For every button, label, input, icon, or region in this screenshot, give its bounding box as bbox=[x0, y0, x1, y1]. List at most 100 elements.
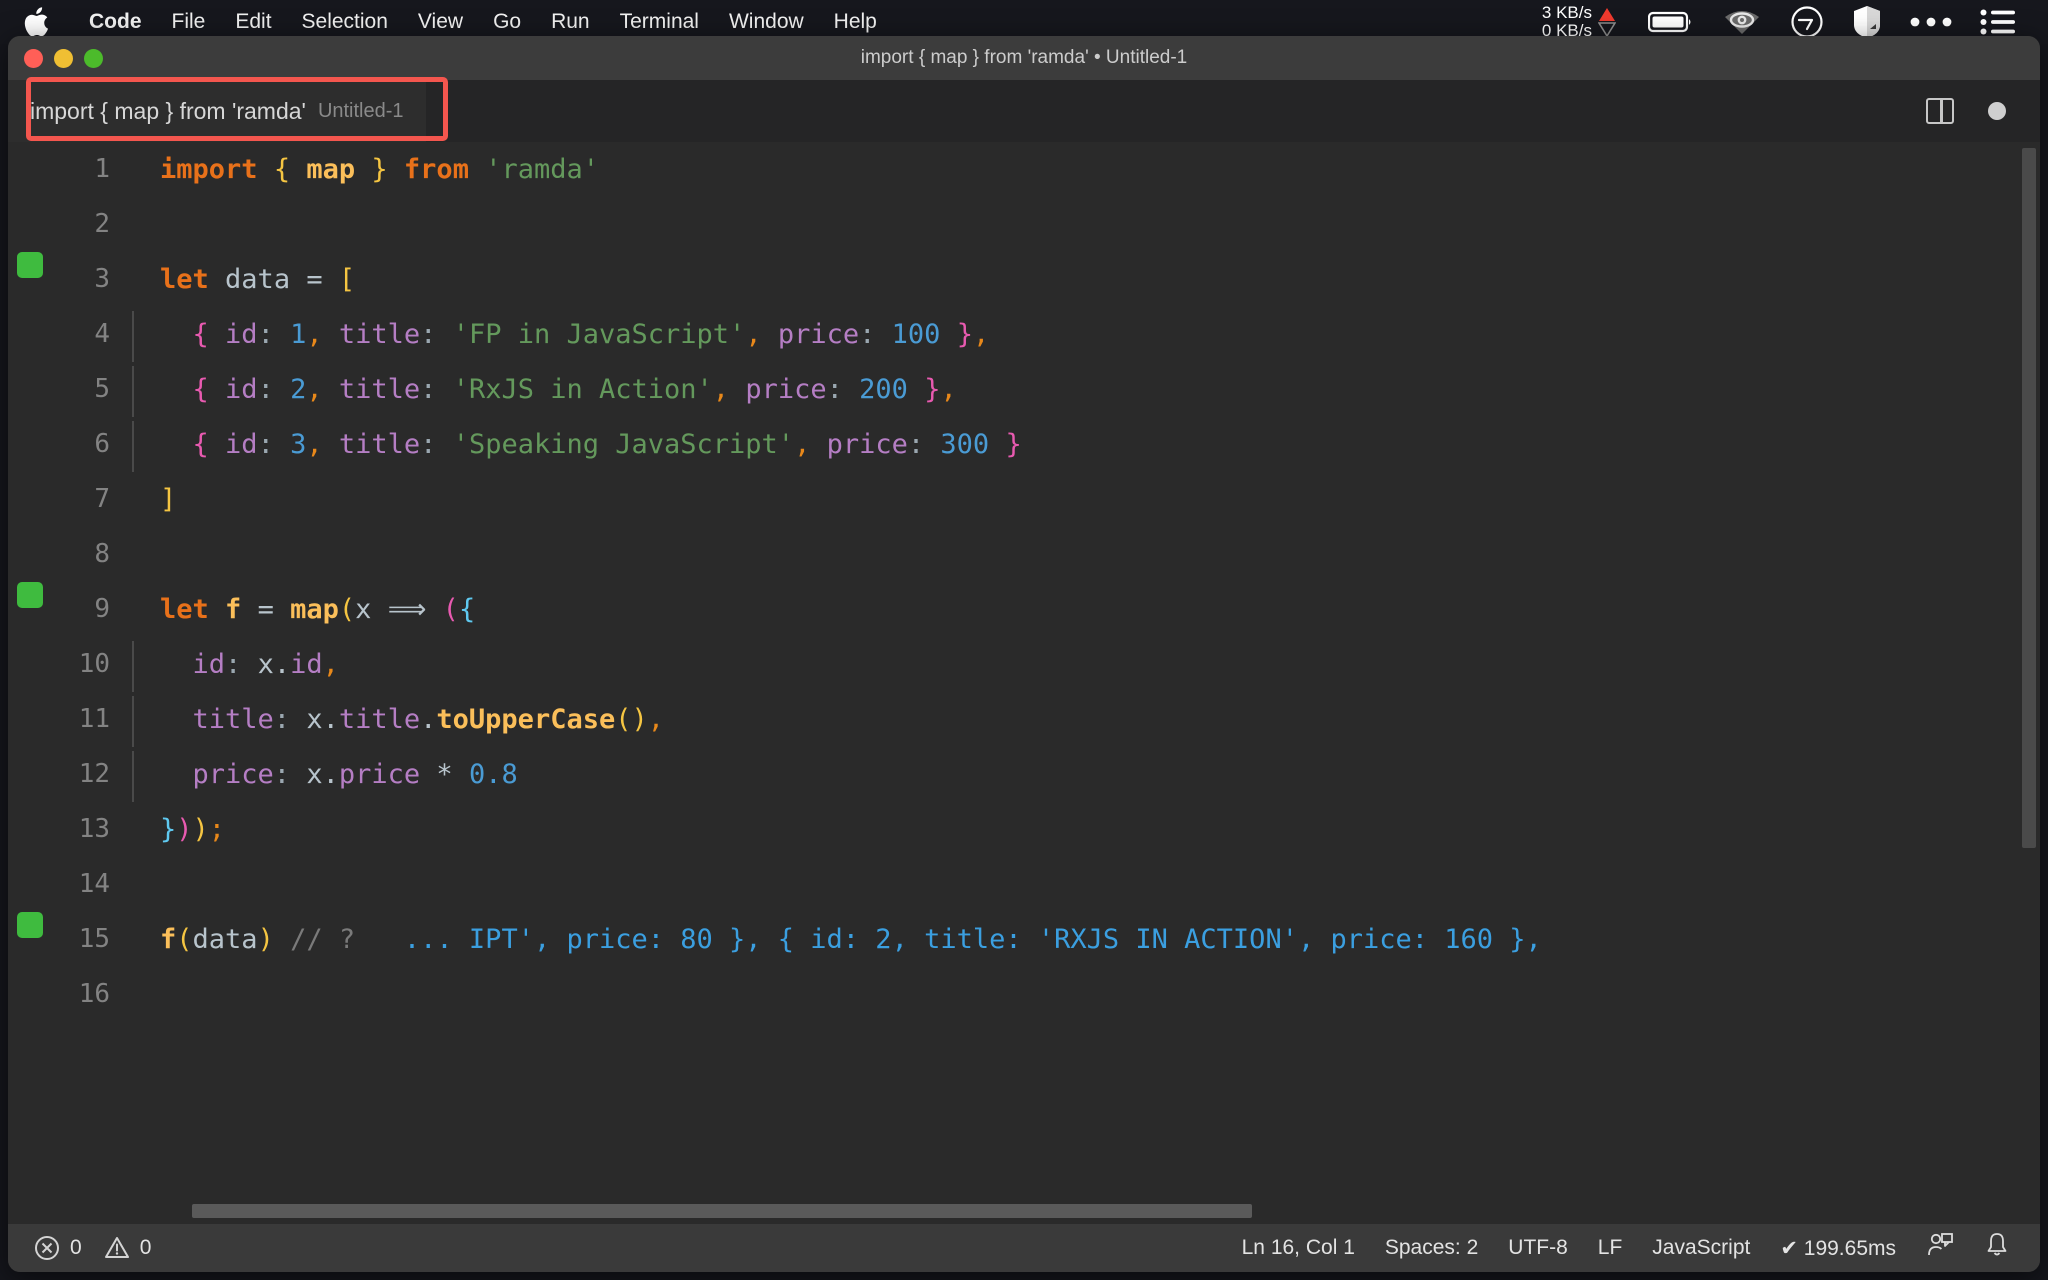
eol-setting[interactable]: LF bbox=[1598, 1236, 1623, 1260]
ellipsis-icon[interactable] bbox=[1910, 16, 1952, 28]
code-token: , bbox=[306, 319, 323, 350]
code-line[interactable]: 4 { id: 1, title: 'FP in JavaScript', pr… bbox=[8, 307, 2040, 362]
code-line[interactable]: 11 title: x.title.toUpperCase(), bbox=[8, 692, 2040, 747]
code-token: price bbox=[338, 759, 421, 790]
code-token: x bbox=[355, 594, 372, 625]
code-token: : bbox=[257, 429, 274, 460]
code-token: , bbox=[322, 649, 339, 680]
code-token: , bbox=[647, 704, 665, 735]
code-token: : bbox=[420, 429, 437, 460]
battery-icon[interactable] bbox=[1648, 10, 1694, 34]
wifi-eye-icon[interactable] bbox=[1722, 8, 1762, 36]
window-titlebar: import { map } from 'ramda' • Untitled-1 bbox=[8, 36, 2040, 80]
code-line[interactable]: 5 { id: 2, title: 'RxJS in Action', pric… bbox=[8, 362, 2040, 417]
code-token: let bbox=[160, 594, 209, 625]
warning-icon[interactable] bbox=[104, 1235, 130, 1261]
clock-icon[interactable] bbox=[1790, 5, 1824, 39]
code-token: ) bbox=[257, 924, 274, 955]
network-arrows bbox=[1598, 7, 1616, 37]
code-token: id bbox=[192, 649, 226, 680]
indent-guide bbox=[132, 421, 134, 472]
code-line-text: { id: 3, title: 'Speaking JavaScript', p… bbox=[128, 417, 1022, 472]
code-line[interactable]: 6 { id: 3, title: 'Speaking JavaScript',… bbox=[8, 417, 2040, 472]
code-line[interactable]: 9 let f = map(x ⟹ ({ bbox=[8, 582, 2040, 637]
quokka-runtime[interactable]: ✔ 199.65ms bbox=[1780, 1236, 1896, 1261]
horizontal-scrollbar[interactable] bbox=[192, 1204, 1252, 1218]
feedback-icon[interactable] bbox=[1926, 1231, 1954, 1265]
code-line-text: ] bbox=[128, 472, 176, 527]
code-token: ( bbox=[338, 594, 356, 625]
code-token: . bbox=[420, 704, 437, 735]
editor-tab-untitled-1[interactable]: import { map } from 'ramda' Untitled-1 bbox=[8, 80, 426, 142]
split-editor-icon[interactable] bbox=[1926, 98, 1954, 124]
code-line[interactable]: 8 bbox=[8, 527, 2040, 582]
code-line[interactable]: 12 price: x.price * 0.8 bbox=[8, 747, 2040, 802]
code-line[interactable]: 14 bbox=[8, 857, 2040, 912]
language-mode[interactable]: JavaScript bbox=[1652, 1236, 1750, 1260]
minimize-button[interactable] bbox=[54, 48, 73, 68]
code-line[interactable]: 13})); bbox=[8, 802, 2040, 857]
code-line[interactable]: 10 id: x.id, bbox=[8, 637, 2040, 692]
code-token: 0.8 bbox=[468, 759, 518, 790]
encoding-setting[interactable]: UTF-8 bbox=[1508, 1236, 1568, 1260]
shield-icon[interactable] bbox=[1852, 5, 1882, 39]
upload-arrow-icon bbox=[1599, 8, 1615, 21]
warning-count[interactable]: 0 bbox=[140, 1236, 152, 1260]
code-token: 'Speaking JavaScript' bbox=[452, 429, 795, 460]
status-bar: 0 0 Ln 16, Col 1 Spaces: 2 UTF-8 LF Java… bbox=[8, 1224, 2040, 1272]
code-token: import bbox=[160, 154, 258, 185]
maximize-button[interactable] bbox=[84, 48, 103, 68]
control-center-list-icon[interactable] bbox=[1980, 8, 2016, 36]
code-line[interactable]: 16 bbox=[8, 967, 2040, 1022]
code-line[interactable]: 7] bbox=[8, 472, 2040, 527]
bell-icon[interactable] bbox=[1984, 1231, 2010, 1265]
code-token: 'ramda' bbox=[485, 154, 600, 185]
unsaved-dot-icon[interactable] bbox=[1988, 102, 2006, 120]
line-number: 15 bbox=[78, 924, 110, 954]
code-line[interactable]: 1 import { map } from 'ramda' bbox=[8, 142, 2040, 197]
network-speed-indicator[interactable]: 3 KB/s 0 KB/s bbox=[1542, 4, 1616, 40]
code-token: id bbox=[290, 649, 323, 680]
code-line[interactable]: 3 let data = [ bbox=[8, 252, 2040, 307]
code-token: : bbox=[420, 374, 437, 405]
code-token: // ? bbox=[290, 924, 356, 955]
indentation-setting[interactable]: Spaces: 2 bbox=[1385, 1236, 1478, 1260]
code-token: : bbox=[257, 374, 274, 405]
cursor-position[interactable]: Ln 16, Col 1 bbox=[1242, 1236, 1355, 1260]
code-line[interactable]: 15 f(data) // ? ... IPT', price: 80 }, { … bbox=[8, 912, 2040, 967]
code-token: , bbox=[794, 429, 811, 460]
code-token: = bbox=[257, 594, 274, 625]
error-icon[interactable] bbox=[34, 1235, 60, 1261]
apple-logo-icon[interactable] bbox=[22, 7, 50, 37]
code-line[interactable]: 2 bbox=[8, 197, 2040, 252]
code-line-text: { id: 1, title: 'FP in JavaScript', pric… bbox=[128, 307, 989, 362]
code-token: : bbox=[273, 704, 291, 735]
line-number: 11 bbox=[78, 704, 110, 734]
code-editor[interactable]: 1 import { map } from 'ramda' 2 3 let data =… bbox=[8, 142, 2040, 1224]
code-token: ) bbox=[631, 704, 648, 735]
code-token: , bbox=[712, 374, 730, 405]
code-token: ... IPT', price: 80 }, { id: 2, title: '… bbox=[403, 924, 1542, 955]
code-token: x bbox=[306, 759, 323, 790]
code-token: 2 bbox=[290, 374, 307, 405]
code-token: . bbox=[273, 649, 291, 680]
line-number: 16 bbox=[78, 979, 110, 1009]
close-button[interactable] bbox=[24, 48, 43, 68]
error-count[interactable]: 0 bbox=[70, 1236, 82, 1260]
line-number: 8 bbox=[94, 539, 110, 569]
code-token: let bbox=[160, 264, 209, 295]
vertical-scrollbar[interactable] bbox=[2022, 148, 2036, 848]
code-token: = bbox=[306, 264, 323, 295]
quokka-live-marker-icon bbox=[8, 912, 52, 938]
